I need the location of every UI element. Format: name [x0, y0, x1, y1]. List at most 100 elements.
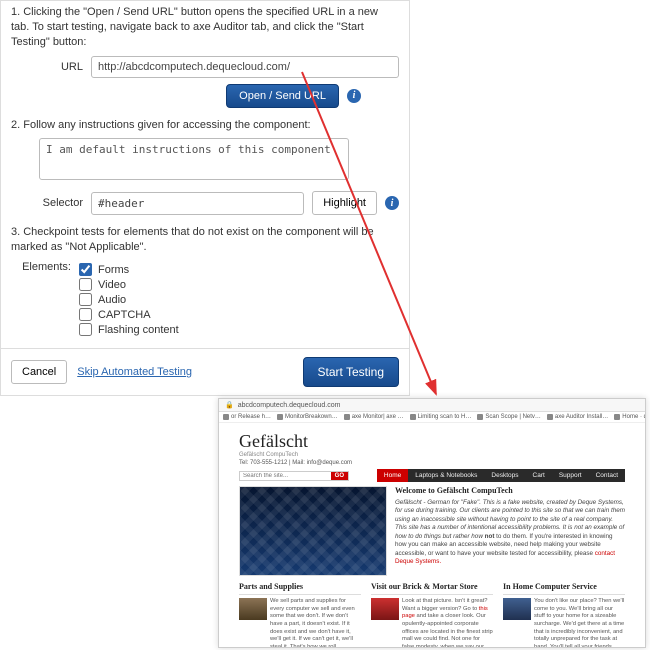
site-subtitle: Gefälscht CompuTech [239, 452, 625, 458]
bookmark-item[interactable]: axe Monitor| axe … [344, 414, 404, 420]
lock-icon: 🔒 [225, 401, 234, 409]
col-title: In Home Computer Service [503, 582, 625, 595]
bookmark-icon [547, 414, 553, 420]
checkbox-input[interactable] [79, 278, 92, 291]
col-body-text: We sell parts and supplies for every com… [270, 598, 361, 648]
checkbox-audio[interactable]: Audio [79, 293, 179, 306]
elements-checkbox-list: Forms Video Audio CAPTCHA Flashing conte… [79, 261, 179, 338]
step-1-text: 1. Clicking the "Open / Send URL" button… [11, 5, 399, 50]
nav-cart[interactable]: Cart [526, 469, 552, 482]
checkbox-input[interactable] [79, 323, 92, 336]
bookmark-icon [344, 414, 350, 420]
bookmark-label: MonitorBreakown… [285, 414, 338, 420]
result-browser-window: 🔒 abcdcomputech.dequecloud.com or Releas… [218, 398, 646, 648]
bookmark-item[interactable]: MonitorBreakown… [277, 414, 338, 420]
col-title: Visit our Brick & Mortar Store [371, 582, 493, 595]
bookmark-label: Scan Scope | Netv… [485, 414, 541, 420]
step-3-text: 3. Checkpoint tests for elements that do… [11, 225, 399, 255]
site-columns: Parts and Supplies We sell parts and sup… [239, 582, 625, 648]
dialog-footer: Cancel Skip Automated Testing Start Test… [1, 348, 409, 395]
bookmark-item[interactable]: axe Auditor Install… [547, 414, 608, 420]
thumb-image [239, 598, 267, 620]
checkbox-input[interactable] [79, 263, 92, 276]
info-icon[interactable]: i [385, 196, 399, 210]
cancel-button[interactable]: Cancel [11, 360, 67, 384]
bookmark-icon [410, 414, 416, 420]
col-title: Parts and Supplies [239, 582, 361, 595]
selector-input[interactable] [91, 192, 304, 215]
site-contact-row: Tel: 703-555-1212 | Mail: info@deque.com [239, 460, 625, 466]
start-testing-button[interactable]: Start Testing [303, 357, 399, 387]
url-label: URL [39, 61, 83, 73]
nav-laptops[interactable]: Laptops & Notebooks [408, 469, 484, 482]
site-contact-text: Tel: 703-555-1212 | Mail: info@deque.com [239, 460, 352, 466]
checkbox-forms[interactable]: Forms [79, 263, 179, 276]
col-body-text: Look at that picture. Isn't it great? Wa… [402, 598, 493, 648]
highlight-button[interactable]: Highlight [312, 191, 377, 215]
step-1: 1. Clicking the "Open / Send URL" button… [11, 5, 399, 108]
selector-label: Selector [39, 197, 83, 209]
bookmark-item[interactable]: Home · dequelab… [614, 414, 645, 420]
nav-support[interactable]: Support [552, 469, 589, 482]
browser-url-bar[interactable]: 🔒 abcdcomputech.dequecloud.com [219, 399, 645, 412]
bookmark-label: or Release h… [231, 414, 271, 420]
nav-home[interactable]: Home [377, 469, 408, 482]
step-2: 2. Follow any instructions given for acc… [11, 118, 399, 216]
checkbox-label: Video [98, 279, 126, 291]
checkbox-input[interactable] [79, 293, 92, 306]
site-search-go-button[interactable]: GO [331, 472, 348, 480]
skip-automated-testing-link[interactable]: Skip Automated Testing [77, 366, 192, 378]
bookmark-item[interactable]: or Release h… [223, 414, 271, 420]
bookmark-icon [614, 414, 620, 420]
checkbox-label: Audio [98, 294, 126, 306]
col-store: Visit our Brick & Mortar Store Look at t… [371, 582, 493, 648]
url-field-row: URL [39, 56, 399, 78]
bookmark-icon [223, 414, 229, 420]
site-title: Gefälscht [239, 431, 625, 452]
checkbox-video[interactable]: Video [79, 278, 179, 291]
checkbox-captcha[interactable]: CAPTCHA [79, 308, 179, 321]
hero-heading: Welcome to Gefälscht CompuTech [395, 486, 625, 497]
bookmark-label: axe Auditor Install… [555, 414, 608, 420]
checkbox-label: Forms [98, 264, 129, 276]
site-search-input[interactable] [240, 472, 331, 480]
footer-left: Cancel Skip Automated Testing [11, 360, 192, 384]
auditor-setup-dialog: 1. Clicking the "Open / Send URL" button… [0, 0, 410, 396]
site-navbar: Home Laptops & Notebooks Desktops Cart S… [377, 469, 625, 482]
checkbox-label: CAPTCHA [98, 309, 151, 321]
hero: Welcome to Gefälscht CompuTech Gefälscht… [239, 486, 625, 576]
bookmark-icon [277, 414, 283, 420]
open-send-url-button[interactable]: Open / Send URL [226, 84, 339, 108]
checkbox-label: Flashing content [98, 324, 179, 336]
nav-desktops[interactable]: Desktops [484, 469, 525, 482]
site-search: GO [239, 471, 349, 481]
thumb-image [503, 598, 531, 620]
bookmark-label: Limiting scan to H… [418, 414, 472, 420]
checkbox-flashing[interactable]: Flashing content [79, 323, 179, 336]
selector-row: Selector Highlight i [39, 191, 399, 215]
bookmark-label: Home · dequelab… [622, 414, 645, 420]
bookmark-label: axe Monitor| axe … [352, 414, 404, 420]
open-url-row: Open / Send URL i [11, 84, 361, 108]
nav-contact[interactable]: Contact [589, 469, 625, 482]
col-body-text: You don't like our place? Then we'll com… [534, 598, 625, 648]
elements-label: Elements: [11, 261, 71, 338]
col-parts: Parts and Supplies We sell parts and sup… [239, 582, 361, 648]
col-body-part: and take a closer look. Our opulently-ap… [402, 613, 493, 648]
bookmark-icon [477, 414, 483, 420]
step-2-text: 2. Follow any instructions given for acc… [11, 118, 399, 133]
step-3: 3. Checkpoint tests for elements that do… [11, 225, 399, 338]
hero-body-not: not [485, 533, 495, 540]
col-service: In Home Computer Service You don't like … [503, 582, 625, 648]
browser-url-text: abcdcomputech.dequecloud.com [238, 402, 341, 409]
url-input[interactable] [91, 56, 399, 78]
site-page: Gefälscht Gefälscht CompuTech Tel: 703-5… [219, 423, 645, 648]
instructions-textarea[interactable]: I am default instructions of this compon… [39, 138, 349, 180]
hero-text: Welcome to Gefälscht CompuTech Gefälscht… [395, 486, 625, 567]
bookmark-item[interactable]: Limiting scan to H… [410, 414, 472, 420]
col-body-part: Look at that picture. Isn't it great? Wa… [402, 598, 488, 612]
info-icon[interactable]: i [347, 89, 361, 103]
checkbox-input[interactable] [79, 308, 92, 321]
thumb-image [371, 598, 399, 620]
bookmark-item[interactable]: Scan Scope | Netv… [477, 414, 541, 420]
